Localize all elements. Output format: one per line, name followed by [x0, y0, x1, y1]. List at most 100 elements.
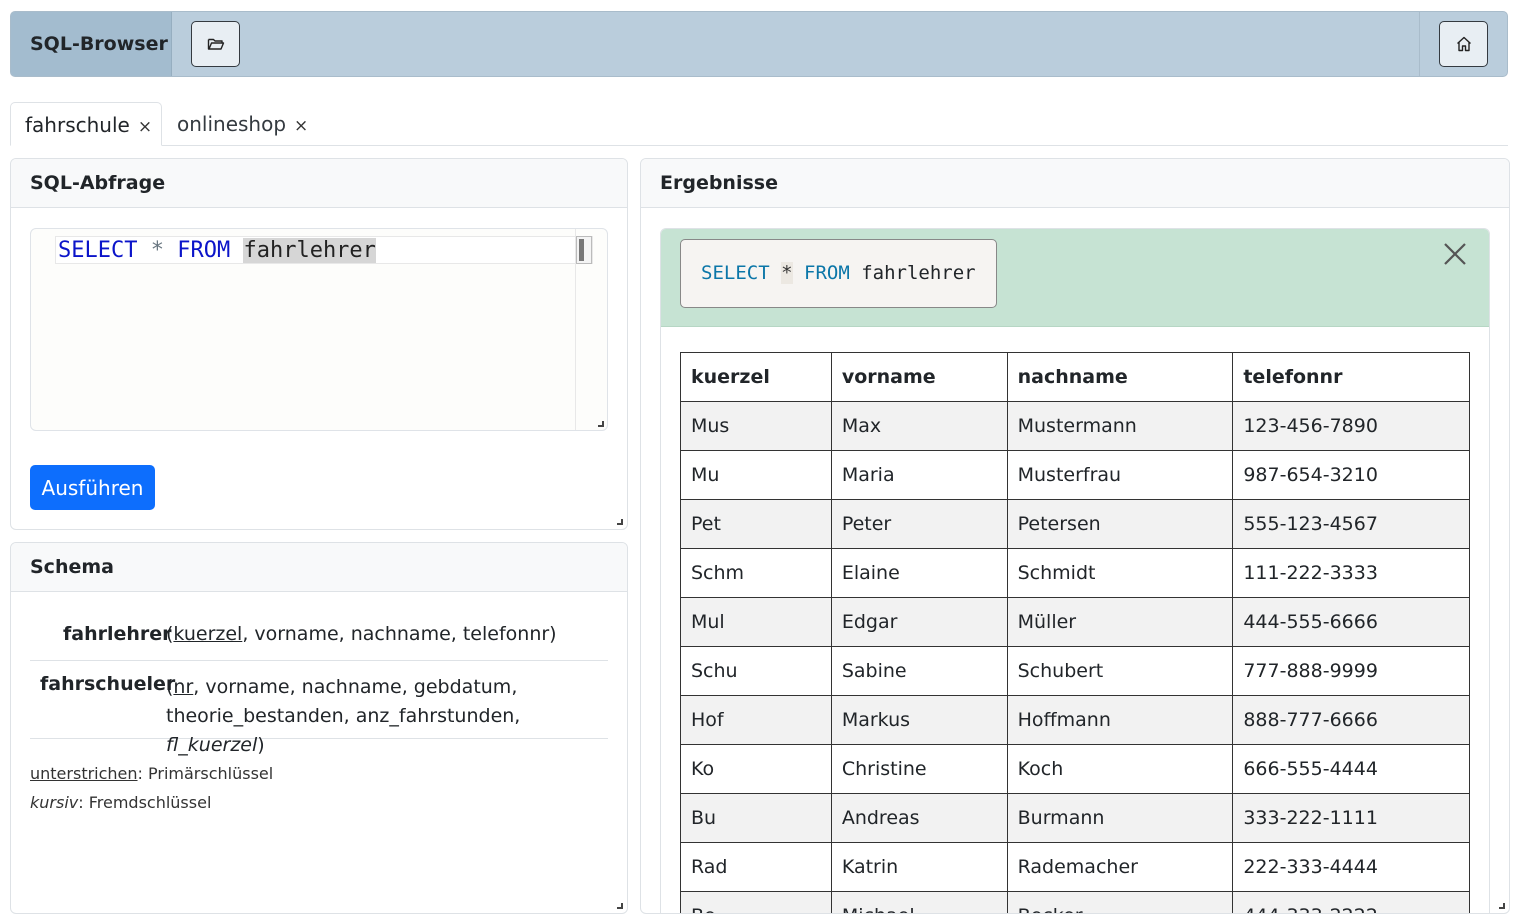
panel-resize-handle[interactable]: [617, 903, 623, 909]
schema-panel: Schema fahrlehrer (kuerzel, vorname, nac…: [10, 542, 628, 914]
table-cell: Elaine: [830, 548, 1008, 598]
column-header: vorname: [830, 352, 1008, 402]
table-cell: Be: [680, 891, 832, 913]
top-navbar: SQL-Browser: [10, 11, 1508, 77]
panel-resize-handle[interactable]: [1499, 903, 1505, 909]
sql-operator: *: [781, 262, 793, 284]
sql-operator: *: [150, 238, 164, 263]
legend-foreign-key: kursiv: Fremdschlüssel: [30, 793, 211, 812]
tab-label: onlineshop: [177, 112, 287, 136]
tab-fahrschule[interactable]: fahrschule ×: [10, 102, 162, 146]
editor-scrollbar[interactable]: [576, 236, 592, 264]
column-header: telefonnr: [1232, 352, 1470, 402]
foreign-key: fl_kuerzel: [166, 734, 258, 756]
table-cell: Koch: [1006, 744, 1234, 794]
table-cell: 222-333-4444: [1232, 842, 1470, 892]
legend-term: kursiv: [30, 793, 79, 812]
home-button[interactable]: [1439, 21, 1488, 67]
primary-key: nr: [173, 676, 194, 698]
table-cell: 888-777-6666: [1232, 695, 1470, 745]
result-card: SELECT * FROM fahrlehrer kuerzel vorname…: [660, 228, 1490, 913]
table-cell: Becker: [1006, 891, 1234, 913]
sql-code[interactable]: SELECT * FROM fahrlehrer: [58, 236, 376, 266]
table-cell: Mul: [680, 597, 832, 647]
table-row: Bu Andreas Burmann 333-222-1111: [680, 793, 1470, 843]
table-cell: Rademacher: [1006, 842, 1234, 892]
table-row: Pet Peter Petersen 555-123-4567: [680, 499, 1470, 549]
schema-table-row: fahrlehrer (kuerzel, vorname, nachname, …: [30, 619, 608, 661]
open-database-button[interactable]: [191, 21, 240, 67]
table-cell: Mus: [680, 401, 832, 451]
table-cell: Hoffmann: [1006, 695, 1234, 745]
legend-primary-key: unterstrichen: Primärschlüssel: [30, 764, 273, 783]
panel-title: SQL-Abfrage: [11, 159, 627, 208]
table-cell: Müller: [1006, 597, 1234, 647]
table-row: Schm Elaine Schmidt 111-222-3333: [680, 548, 1470, 598]
table-cell: 555-123-4567: [1232, 499, 1470, 549]
table-cell: Petersen: [1006, 499, 1234, 549]
table-cell: Schubert: [1006, 646, 1234, 696]
folder-open-icon: [207, 38, 224, 50]
table-cell: 987-654-3210: [1232, 450, 1470, 500]
results-table: kuerzel vorname nachname telefonnr Mus Ma…: [680, 352, 1470, 913]
primary-key: kuerzel: [173, 623, 243, 645]
paren: ): [549, 623, 557, 645]
table-columns: (kuerzel, vorname, nachname, telefonnr): [166, 623, 557, 645]
panel-resize-handle[interactable]: [617, 519, 623, 525]
column-list: , vorname, nachname, gebdatum, theorie_b…: [166, 676, 521, 727]
run-query-button[interactable]: Ausführen: [30, 465, 155, 510]
table-cell: Burmann: [1006, 793, 1234, 843]
table-cell: Mu: [680, 450, 832, 500]
table-header-row: kuerzel vorname nachname telefonnr: [680, 352, 1470, 402]
table-row: Hof Markus Hoffmann 888-777-6666: [680, 695, 1470, 745]
table-row: BeMichaelBecker444-333-2222: [680, 891, 1470, 913]
column-header: kuerzel: [680, 352, 832, 402]
table-cell: Ko: [680, 744, 832, 794]
table-cell: 444-555-6666: [1232, 597, 1470, 647]
table-cell: 777-888-9999: [1232, 646, 1470, 696]
legend-desc: : Fremdschlüssel: [78, 793, 212, 812]
table-cell: Maria: [830, 450, 1008, 500]
sql-keyword: FROM: [804, 262, 850, 284]
app-brand[interactable]: SQL-Browser: [11, 12, 172, 76]
table-cell: Markus: [830, 695, 1008, 745]
table-row: Mu Maria Musterfrau 987-654-3210: [680, 450, 1470, 500]
table-row: Ko Christine Koch 666-555-4444: [680, 744, 1470, 794]
table-cell: 666-555-4444: [1232, 744, 1470, 794]
editor-resize-handle[interactable]: [598, 421, 604, 427]
legend-term: unterstrichen: [30, 764, 138, 783]
navbar-divider: [1419, 12, 1420, 76]
table-cell: Katrin: [830, 842, 1008, 892]
close-icon[interactable]: [1442, 241, 1468, 267]
close-tab-icon[interactable]: ×: [294, 116, 308, 136]
sql-keyword: FROM: [177, 238, 231, 263]
table-cell: Rad: [680, 842, 832, 892]
sql-keyword: SELECT: [58, 238, 138, 263]
legend-desc: : Primärschlüssel: [137, 764, 274, 783]
table-cell: Musterfrau: [1006, 450, 1234, 500]
table-cell: Pet: [680, 499, 832, 549]
table-cell: Edgar: [830, 597, 1008, 647]
table-row: Mus Max Mustermann 123-456-7890: [680, 401, 1470, 451]
table-cell: 333-222-1111: [1232, 793, 1470, 843]
tab-onlineshop[interactable]: onlineshop ×: [163, 102, 322, 146]
close-tab-icon[interactable]: ×: [138, 117, 152, 137]
database-tabs: fahrschule × onlineshop ×: [10, 102, 1508, 146]
table-cell: Hof: [680, 695, 832, 745]
table-cell: Sabine: [830, 646, 1008, 696]
sql-identifier: fahrlehrer: [243, 238, 376, 263]
table-name[interactable]: fahrschueler: [40, 673, 175, 695]
table-name[interactable]: fahrlehrer: [63, 623, 172, 645]
table-columns: (nr, vorname, nachname, gebdatum, theori…: [166, 673, 606, 760]
table-cell: Schm: [680, 548, 832, 598]
column-list: , vorname, nachname, telefonnr: [242, 623, 550, 645]
table-cell: Peter: [830, 499, 1008, 549]
result-alert: SELECT * FROM fahrlehrer: [661, 229, 1489, 327]
table-cell: Andreas: [830, 793, 1008, 843]
paren: ): [257, 734, 265, 756]
sql-editor[interactable]: SELECT * FROM fahrlehrer: [30, 228, 608, 431]
table-row: Schu Sabine Schubert 777-888-9999: [680, 646, 1470, 696]
table-cell: 111-222-3333: [1232, 548, 1470, 598]
sql-identifier: fahrlehrer: [861, 262, 976, 284]
home-icon: [1456, 36, 1471, 52]
